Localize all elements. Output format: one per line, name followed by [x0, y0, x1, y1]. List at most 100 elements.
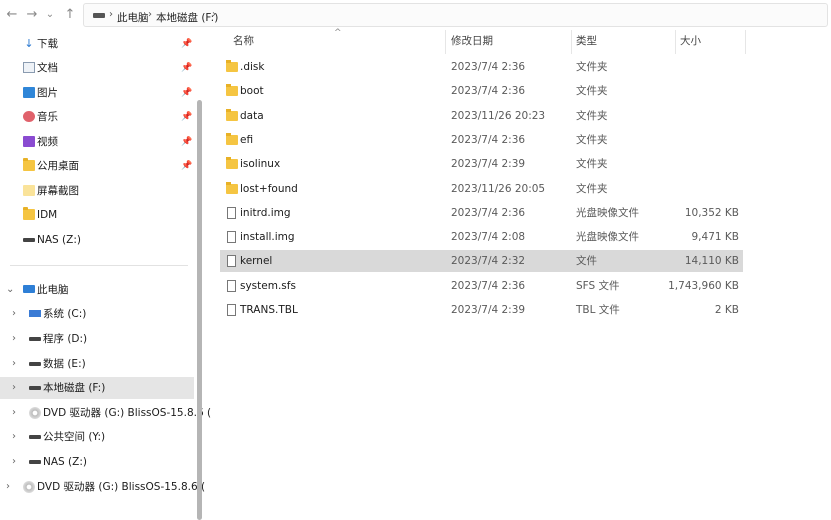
file-date: 2023/7/4 2:08 — [451, 231, 526, 244]
column-header-label: 类型 — [576, 35, 597, 47]
file-type: 文件夹 — [576, 182, 608, 195]
chevron-down-icon[interactable]: ⌄ — [6, 279, 14, 301]
file-date: 2023/11/26 20:23 — [451, 109, 546, 122]
sidebar-item-drive-c[interactable]: › 系统 (C:) — [0, 303, 196, 325]
file-list: 名称 ^ 修改日期 类型 大小 .disk 2023/7/4 2:36 文件夹 boo… — [204, 28, 831, 520]
chevron-right-icon[interactable]: › — [12, 377, 16, 399]
sidebar-item-label: 视频 — [37, 136, 58, 148]
sidebar-item-label: 数据 (E:) — [43, 358, 86, 370]
folder-icon — [226, 60, 238, 72]
sidebar-item-this-pc[interactable]: ⌄ 此电脑 — [0, 279, 196, 301]
network-drive-icon — [29, 435, 41, 439]
file-row[interactable]: install.img 2023/7/4 2:08 光盘映像文件 9,471 KB — [220, 226, 743, 248]
chevron-right-icon[interactable]: › — [12, 328, 16, 350]
file-row[interactable]: efi 2023/7/4 2:36 文件夹 — [220, 129, 743, 151]
column-divider[interactable] — [675, 30, 676, 54]
sidebar-item-drive-f[interactable]: › 本地磁盘 (F:) — [0, 377, 194, 399]
sidebar-item-label: 此电脑 — [37, 284, 69, 296]
file-date: 2023/7/4 2:36 — [451, 133, 526, 146]
up-arrow-icon[interactable]: ↑ — [62, 7, 78, 23]
sidebar-item-drive-d[interactable]: › 程序 (D:) — [0, 328, 196, 350]
chevron-right-icon[interactable]: › — [6, 476, 10, 498]
file-date: 2023/7/4 2:36 — [451, 279, 526, 292]
address-bar[interactable]: › 此电脑 › 本地磁盘 (F:) › — [83, 3, 828, 27]
breadcrumb-this-pc[interactable]: 此电脑 — [117, 10, 149, 25]
column-header-type[interactable]: 类型 — [576, 30, 597, 54]
sidebar-item-label: 本地磁盘 (F:) — [43, 382, 106, 394]
folder-icon — [226, 84, 238, 97]
recent-locations-chevron-icon[interactable]: ⌄ — [42, 7, 58, 23]
file-name: isolinux — [240, 158, 281, 171]
column-header-date[interactable]: 修改日期 — [451, 30, 493, 54]
file-row[interactable]: data 2023/11/26 20:23 文件夹 — [220, 105, 743, 127]
file-row[interactable]: boot 2023/7/4 2:36 文件夹 — [220, 80, 743, 102]
navigation-bar: ← → ⌄ ↑ › 此电脑 › 本地磁盘 (F:) › — [0, 0, 831, 30]
file-row[interactable]: TRANS.TBL 2023/7/4 2:39 TBL 文件 2 KB — [220, 299, 743, 321]
file-icon — [227, 279, 236, 292]
sidebar-item-label: 系统 (C:) — [43, 308, 87, 320]
sidebar-scrollbar[interactable] — [197, 100, 202, 520]
file-name: .disk — [240, 61, 265, 73]
sidebar-item-label: DVD 驱动器 (G:) BlissOS-15.8.6 ( — [37, 481, 206, 493]
sidebar-item-documents[interactable]: 文档 📌 — [0, 57, 196, 79]
dvd-drive-icon — [29, 407, 41, 419]
drive-icon — [29, 337, 41, 341]
file-size: 9,471 KB — [691, 231, 740, 244]
column-divider[interactable] — [445, 30, 446, 54]
column-divider[interactable] — [745, 30, 746, 54]
pin-icon: 📌 — [181, 161, 193, 171]
file-icon — [227, 206, 236, 219]
sidebar-item-idm[interactable]: IDM — [0, 204, 196, 226]
sidebar-item-label: NAS (Z:) — [43, 456, 87, 468]
sidebar-item-drive-e[interactable]: › 数据 (E:) — [0, 353, 196, 375]
sidebar-item-drive-g[interactable]: › DVD 驱动器 (G:) BlissOS-15.8.6 ( — [0, 402, 211, 424]
file-date: 2023/11/26 20:05 — [451, 182, 546, 195]
pin-icon: 📌 — [181, 137, 193, 147]
file-name: initrd.img — [240, 206, 291, 219]
sidebar-item-downloads[interactable]: ↓ 下载 📌 — [0, 33, 196, 55]
file-date: 2023/7/4 2:36 — [451, 85, 526, 98]
column-header-name[interactable]: 名称 — [233, 30, 254, 54]
folder-icon — [23, 207, 35, 220]
sidebar-item-label: 程序 (D:) — [43, 333, 88, 345]
file-date: 2023/7/4 2:32 — [451, 255, 526, 268]
download-icon: ↓ — [24, 37, 34, 50]
file-type: 文件 — [576, 255, 597, 268]
sidebar-item-music[interactable]: 音乐 📌 — [0, 106, 196, 128]
column-divider[interactable] — [571, 30, 572, 54]
file-row[interactable]: kernel 2023/7/4 2:32 文件 14,110 KB — [220, 250, 743, 273]
drive-icon — [29, 386, 41, 390]
file-row[interactable]: system.sfs 2023/7/4 2:36 SFS 文件 1,743,960 K… — [220, 275, 743, 297]
breadcrumb-separator-icon: › — [109, 9, 113, 20]
sidebar-item-drive-z[interactable]: › NAS (Z:) — [0, 451, 196, 473]
network-drive-icon — [29, 460, 41, 464]
column-header-label: 大小 — [680, 35, 701, 47]
file-type: 文件夹 — [576, 109, 608, 122]
sidebar-item-public-desktop[interactable]: 公用桌面 📌 — [0, 155, 196, 177]
sidebar-item-pictures[interactable]: 图片 📌 — [0, 82, 196, 104]
file-name: lost+found — [240, 182, 298, 195]
back-arrow-icon[interactable]: ← — [4, 7, 20, 23]
chevron-right-icon[interactable]: › — [12, 402, 16, 424]
sidebar-item-dvd-root[interactable]: › DVD 驱动器 (G:) BlissOS-15.8.6 ( — [0, 476, 205, 498]
folder-icon — [23, 158, 35, 171]
chevron-right-icon[interactable]: › — [12, 451, 16, 473]
sidebar-item-label: DVD 驱动器 (G:) BlissOS-15.8.6 ( — [43, 407, 212, 419]
chevron-right-icon[interactable]: › — [12, 426, 16, 448]
sidebar-item-nas-quick[interactable]: NAS (Z:) — [0, 229, 196, 251]
chevron-right-icon[interactable]: › — [12, 303, 16, 325]
file-row[interactable]: isolinux 2023/7/4 2:39 文件夹 — [220, 153, 743, 175]
file-row[interactable]: initrd.img 2023/7/4 2:36 光盘映像文件 10,352 KB — [220, 202, 743, 224]
sidebar-item-label: 公共空间 (Y:) — [43, 431, 106, 443]
file-row[interactable]: .disk 2023/7/4 2:36 文件夹 — [220, 56, 743, 78]
chevron-right-icon[interactable]: › — [12, 353, 16, 375]
document-icon — [23, 62, 35, 73]
sidebar-item-videos[interactable]: 视频 📌 — [0, 131, 196, 153]
folder-icon — [226, 108, 238, 121]
file-row[interactable]: lost+found 2023/11/26 20:05 文件夹 — [220, 178, 743, 200]
forward-arrow-icon[interactable]: → — [24, 7, 40, 23]
sidebar-item-screenshots[interactable]: 屏幕截图 — [0, 180, 196, 202]
column-header-size[interactable]: 大小 — [680, 30, 701, 54]
sidebar-item-drive-y[interactable]: › 公共空间 (Y:) — [0, 426, 196, 448]
breadcrumb-drive-f[interactable]: 本地磁盘 (F:) — [156, 10, 218, 25]
